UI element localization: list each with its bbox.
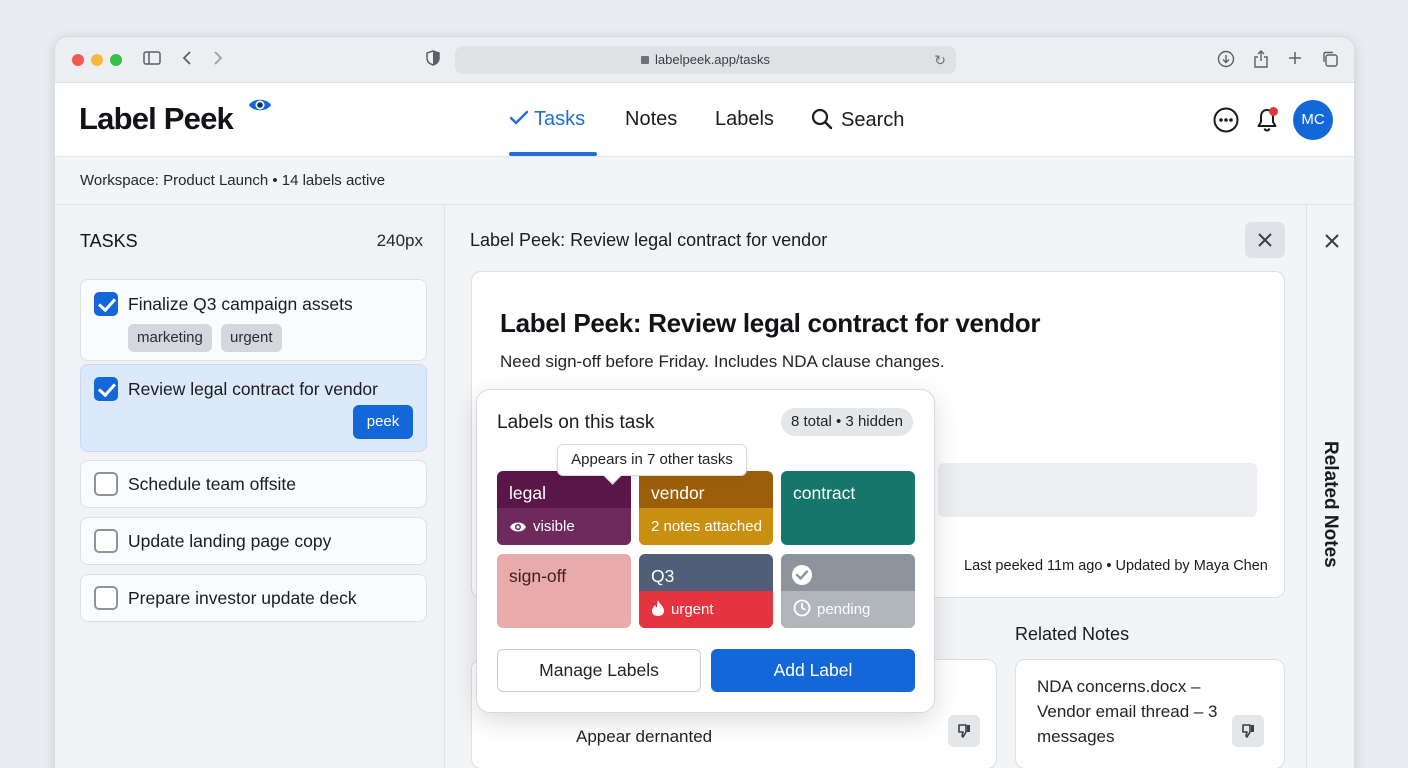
task-sidebar: TASKS 240px Finalize Q3 campaign assets … — [55, 205, 445, 768]
tab-overview-icon[interactable] — [1320, 50, 1340, 70]
detail-field[interactable] — [938, 463, 1257, 517]
nav-search-label: Search — [841, 109, 905, 131]
notification-badge — [1269, 107, 1278, 116]
app-header: Label Peek Tasks Notes Labels Search MC — [55, 83, 1354, 157]
share-icon[interactable] — [1251, 50, 1271, 70]
thumbs-down-icon — [1242, 724, 1254, 738]
label-tooltip: Appears in 7 other tasks — [557, 444, 747, 476]
lock-icon — [641, 56, 650, 64]
label-status-text: visible — [533, 518, 575, 535]
note-text: NDA concerns.docx – Vendor email thread … — [1037, 677, 1218, 746]
label-name: contract — [793, 483, 856, 503]
tag-marketing[interactable]: marketing — [128, 324, 212, 352]
task-checkbox[interactable] — [94, 529, 118, 553]
label-name: legal — [509, 483, 546, 503]
task-item[interactable]: Finalize Q3 campaign assets marketing ur… — [80, 279, 427, 361]
task-label: Prepare investor update deck — [128, 588, 357, 608]
task-meta: Last peeked 11m ago • Updated by Maya Ch… — [964, 558, 1268, 574]
label-status-text: urgent — [671, 601, 714, 618]
add-label-button[interactable]: Add Label — [711, 649, 915, 692]
task-detail-title: Label Peek: Review legal contract for ve… — [500, 308, 1041, 338]
task-label: Schedule team offsite — [128, 474, 296, 494]
label-chip-q3[interactable]: Q3 urgent — [639, 554, 773, 628]
labels-popover: Labels on this task 8 total • 3 hidden A… — [476, 389, 935, 713]
related-notes-rail: Related Notes — [1306, 205, 1354, 768]
download-icon[interactable] — [1216, 50, 1236, 70]
label-chip-vendor[interactable]: vendor 2 notes attached — [639, 471, 773, 545]
task-checkbox[interactable] — [94, 472, 118, 496]
task-label: Finalize Q3 campaign assets — [128, 294, 353, 314]
note-text: Appear dernanted — [576, 727, 713, 746]
nav-labels[interactable]: Labels — [715, 108, 774, 131]
task-item[interactable]: Update landing page copy — [80, 517, 427, 565]
search-icon — [811, 108, 833, 130]
user-avatar[interactable]: MC — [1293, 100, 1333, 140]
task-checkbox[interactable] — [94, 586, 118, 610]
label-name: sign-off — [509, 566, 567, 586]
task-checkbox[interactable] — [94, 377, 118, 401]
flame-icon — [652, 600, 664, 616]
more-options-icon[interactable] — [1213, 107, 1239, 133]
label-chip-pending[interactable]: pending — [781, 554, 915, 628]
task-description: Need sign-off before Friday. Includes ND… — [500, 352, 945, 371]
sidebar-width-label: 240px — [376, 231, 423, 250]
close-icon — [1258, 233, 1272, 247]
related-notes-heading: Related Notes — [1015, 624, 1130, 644]
nav-tasks-label: Tasks — [534, 108, 586, 130]
forward-icon[interactable] — [208, 50, 228, 70]
label-chip-sign-off[interactable]: sign-off — [497, 554, 631, 628]
task-item-selected[interactable]: Review legal contract for vendor peek — [80, 364, 427, 452]
task-checkbox[interactable] — [94, 292, 118, 316]
task-label: Review legal contract for vendor — [128, 379, 378, 399]
eye-logo-icon — [249, 99, 271, 111]
privacy-shield-icon[interactable] — [423, 50, 443, 70]
checkmark-icon — [509, 110, 529, 125]
note-card[interactable]: NDA concerns.docx – Vendor email thread … — [1015, 659, 1285, 768]
nav-search[interactable]: Search — [811, 108, 904, 132]
close-icon — [1325, 234, 1339, 248]
close-window-button[interactable] — [72, 54, 84, 66]
label-chip-contract[interactable]: contract — [781, 471, 915, 545]
close-rail-button[interactable] — [1320, 229, 1344, 253]
label-status: pending — [781, 591, 915, 628]
workspace-bar: Workspace: Product Launch • 14 labels ac… — [55, 157, 1354, 205]
eye-icon — [510, 522, 526, 532]
address-bar[interactable]: labelpeek.app/tasks ↻ — [455, 46, 956, 74]
nav-notes[interactable]: Notes — [625, 108, 677, 131]
active-nav-indicator — [509, 152, 597, 156]
nav-tasks[interactable]: Tasks — [509, 108, 585, 131]
sidebar-title: TASKS — [80, 231, 138, 251]
thumbs-down-icon — [958, 724, 970, 738]
new-tab-icon[interactable] — [1285, 50, 1305, 70]
manage-labels-button[interactable]: Manage Labels — [497, 649, 701, 692]
zoom-window-button[interactable] — [110, 54, 122, 66]
task-item[interactable]: Schedule team offsite — [80, 460, 427, 508]
peek-button[interactable]: peek — [353, 405, 413, 439]
task-item[interactable]: Prepare investor update deck — [80, 574, 427, 622]
check-circle-icon — [792, 565, 812, 585]
label-status: visible — [497, 508, 631, 545]
label-status: urgent — [639, 591, 773, 628]
url-text: labelpeek.app/tasks — [655, 52, 770, 67]
label-count-badge: 8 total • 3 hidden — [780, 408, 913, 436]
clock-icon — [793, 599, 811, 617]
label-name: Q3 — [651, 566, 675, 586]
tag-urgent[interactable]: urgent — [221, 324, 282, 352]
dislike-button[interactable] — [1232, 715, 1264, 747]
browser-toolbar: labelpeek.app/tasks ↻ — [55, 37, 1354, 83]
task-label: Update landing page copy — [128, 531, 332, 551]
rail-label: Related Notes — [1320, 441, 1341, 568]
label-status-text: pending — [817, 601, 871, 618]
back-icon[interactable] — [177, 50, 197, 70]
minimize-window-button[interactable] — [91, 54, 103, 66]
dislike-button[interactable] — [948, 715, 980, 747]
popover-title: Labels on this task — [497, 412, 655, 433]
label-name: vendor — [651, 483, 705, 503]
peek-panel-title: Label Peek: Review legal contract for ve… — [470, 230, 828, 250]
label-status: 2 notes attached — [639, 508, 773, 545]
sidebar-toggle-icon[interactable] — [142, 50, 162, 70]
reload-icon[interactable]: ↻ — [934, 46, 946, 74]
close-peek-button[interactable] — [1245, 222, 1285, 258]
app-logo[interactable]: Label Peek — [79, 101, 234, 137]
